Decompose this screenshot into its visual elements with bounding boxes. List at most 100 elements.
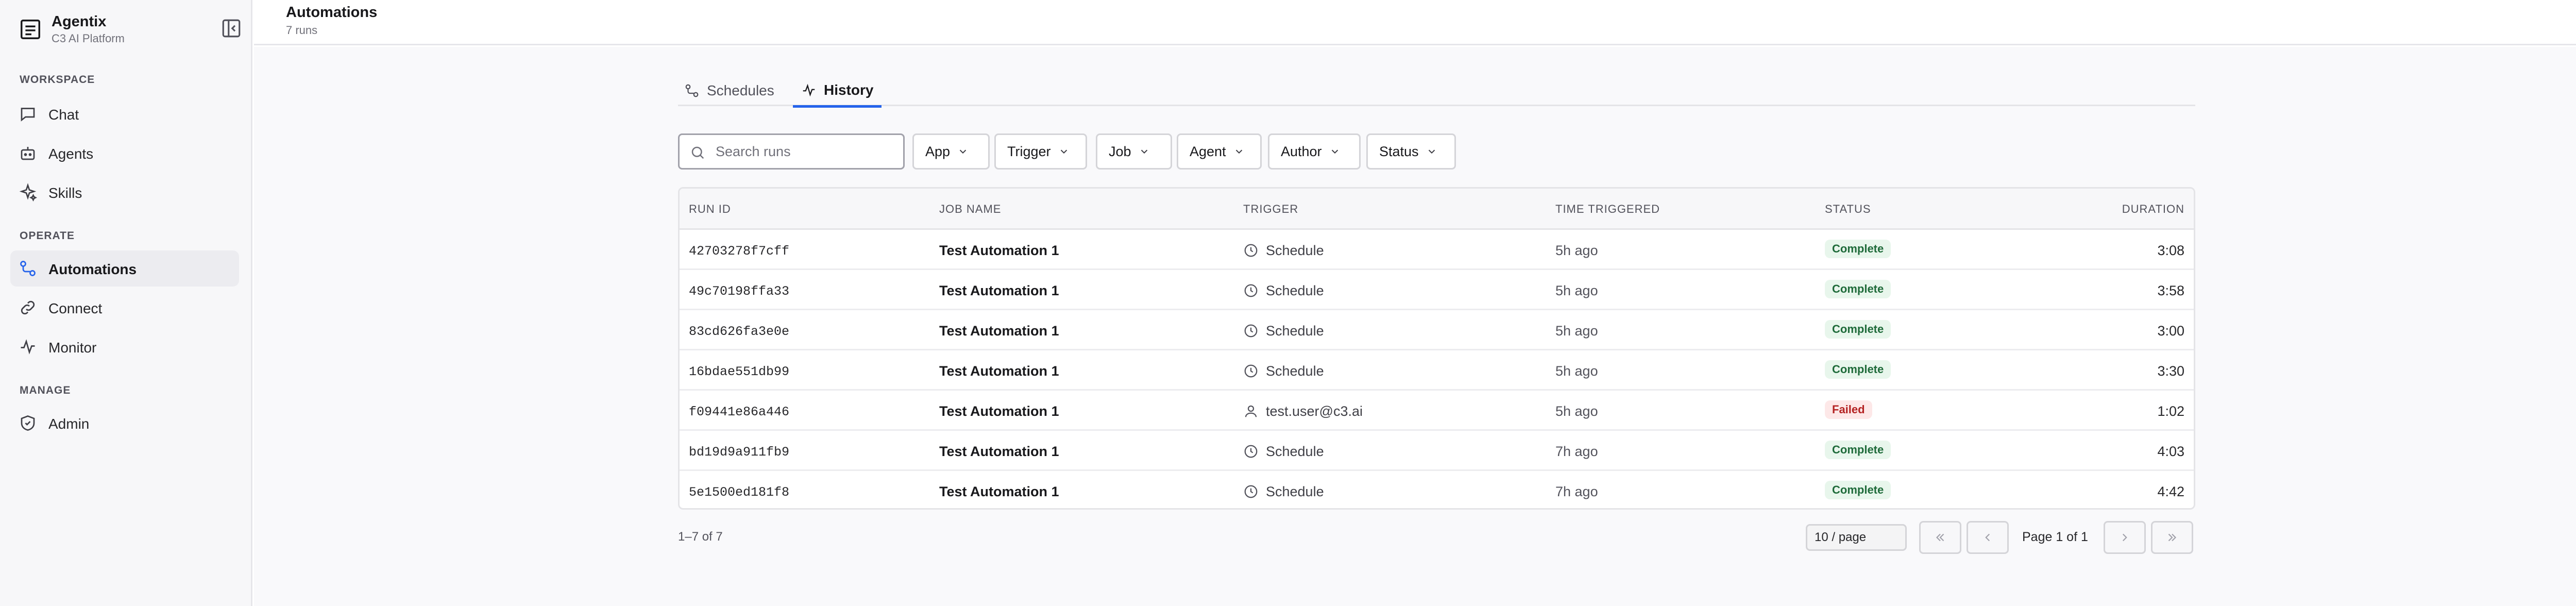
trigger-value: test.user@c3.ai (1266, 403, 1363, 419)
page-title: Automations (286, 4, 378, 21)
time-triggered: 5h ago (1555, 283, 1598, 298)
column-header-trigger: Trigger (1243, 203, 1299, 215)
chevron-right-icon (2122, 533, 2127, 542)
trigger-value: Schedule (1266, 444, 1324, 459)
chevron-down-icon (959, 149, 967, 154)
sparkles-icon (19, 183, 37, 201)
filter-app[interactable]: App (912, 133, 990, 170)
brand: Agentix C3 AI Platform (19, 12, 241, 48)
table-row[interactable]: 5e1500ed181f8 Test Automation 1 Schedule… (680, 471, 2194, 508)
time-triggered: 5h ago (1555, 323, 1598, 339)
status-badge: Complete (1825, 280, 1891, 298)
app-subtitle: C3 AI Platform (52, 32, 125, 45)
sidebar: Agentix C3 AI Platform Workspace Chat Ag… (0, 0, 252, 606)
filter-status[interactable]: Status (1366, 133, 1456, 170)
sidebar-item-label: Skills (48, 185, 82, 201)
column-header-duration: Duration (2122, 203, 2184, 215)
time-triggered: 7h ago (1555, 444, 1598, 459)
job-name: Test Automation 1 (939, 363, 1059, 379)
filter-label: Job (1109, 143, 1131, 159)
time-triggered: 7h ago (1555, 484, 1598, 499)
column-header-status: Status (1825, 203, 1871, 215)
sidebar-item-admin[interactable]: Admin (10, 405, 239, 441)
status-badge: Complete (1825, 481, 1891, 499)
runs-table: Run ID Job Name Trigger Time Triggered S… (678, 187, 2195, 510)
sidebar-item-skills[interactable]: Skills (10, 174, 239, 210)
filter-label: Author (1281, 143, 1322, 159)
activity-icon (21, 339, 35, 355)
search-box[interactable] (678, 133, 905, 170)
duration: 4:42 (2157, 484, 2184, 499)
job-name: Test Automation 1 (939, 243, 1059, 258)
sidebar-item-agents[interactable]: Agents (10, 135, 239, 171)
trigger-value: Schedule (1266, 363, 1324, 379)
filter-agent[interactable]: Agent (1177, 133, 1262, 170)
run-id: 83cd626fa3e0e (689, 324, 790, 339)
trigger-value: Schedule (1266, 283, 1324, 298)
link-icon (21, 300, 35, 315)
chevron-down-icon (1428, 149, 1435, 154)
run-id: bd19d9a911fb9 (689, 445, 790, 460)
app-name: Agentix (52, 13, 107, 30)
collapse-sidebar-icon[interactable] (221, 18, 242, 39)
table-row[interactable]: f09441e86a446 Test Automation 1 test.use… (680, 391, 2194, 431)
clock-icon (1244, 324, 1258, 338)
page-indicator: Page 1 of 1 (2022, 530, 2088, 544)
filter-label: App (925, 143, 951, 159)
section-label-manage: Manage (20, 384, 71, 396)
clock-icon (1244, 485, 1258, 498)
chevron-down-icon (1331, 149, 1338, 154)
sidebar-item-label: Agents (48, 146, 94, 162)
filter-label: Agent (1190, 143, 1226, 159)
previous-page-button[interactable] (1967, 521, 2009, 554)
tab-history[interactable]: History (793, 75, 882, 108)
table-row[interactable]: 42703278f7cff Test Automation 1 Schedule… (680, 230, 2194, 270)
workflow-icon (685, 84, 699, 97)
status-badge: Complete (1825, 320, 1891, 339)
sidebar-item-monitor[interactable]: Monitor (10, 329, 239, 365)
table-row[interactable]: bd19d9a911fb9 Test Automation 1 Schedule… (680, 431, 2194, 471)
job-name: Test Automation 1 (939, 403, 1059, 419)
duration: 3:08 (2157, 243, 2184, 258)
next-page-button[interactable] (2104, 521, 2146, 554)
chevron-down-icon (1141, 149, 1147, 154)
trigger-value: Schedule (1266, 243, 1324, 258)
duration: 3:00 (2157, 323, 2184, 339)
table-row[interactable]: 49c70198ffa33 Test Automation 1 Schedule… (680, 270, 2194, 310)
table-row[interactable]: 83cd626fa3e0e Test Automation 1 Schedule… (680, 310, 2194, 350)
page-header: Automations 7 runs (254, 0, 2576, 45)
clock-icon (1244, 445, 1258, 458)
user-icon (1245, 405, 1257, 417)
chevrons-right-icon (2168, 533, 2177, 542)
filter-job[interactable]: Job (1096, 133, 1172, 170)
time-triggered: 5h ago (1555, 403, 1598, 419)
clock-icon (1244, 244, 1258, 257)
column-header-time-triggered: Time Triggered (1555, 203, 1660, 215)
filter-label: Trigger (1007, 143, 1051, 159)
run-id: f09441e86a446 (689, 405, 790, 419)
chat-icon (21, 108, 35, 122)
search-input[interactable] (716, 135, 899, 168)
filter-trigger[interactable]: Trigger (994, 133, 1087, 170)
status-badge: Failed (1825, 400, 1872, 419)
filter-author[interactable]: Author (1268, 133, 1361, 170)
activity-icon (803, 83, 815, 97)
sidebar-item-chat[interactable]: Chat (10, 96, 239, 132)
last-page-button[interactable] (2151, 521, 2193, 554)
tab-schedules[interactable]: Schedules (684, 75, 774, 106)
page-size-select[interactable]: 10 / page (1806, 524, 1907, 551)
status-badge: Complete (1825, 441, 1891, 459)
search-icon (691, 146, 704, 159)
sidebar-item-connect[interactable]: Connect (10, 290, 239, 326)
chevron-down-icon (1060, 149, 1067, 154)
table-row[interactable]: 16bdae551db99 Test Automation 1 Schedule… (680, 350, 2194, 391)
time-triggered: 5h ago (1555, 363, 1598, 379)
duration: 1:02 (2157, 403, 2184, 419)
duration: 3:30 (2157, 363, 2184, 379)
filter-label: Status (1379, 143, 1419, 159)
chevron-left-icon (1985, 533, 1990, 542)
job-name: Test Automation 1 (939, 283, 1059, 298)
status-badge: Complete (1825, 360, 1891, 379)
sidebar-item-automations[interactable]: Automations (10, 250, 239, 287)
first-page-button[interactable] (1919, 521, 1961, 554)
